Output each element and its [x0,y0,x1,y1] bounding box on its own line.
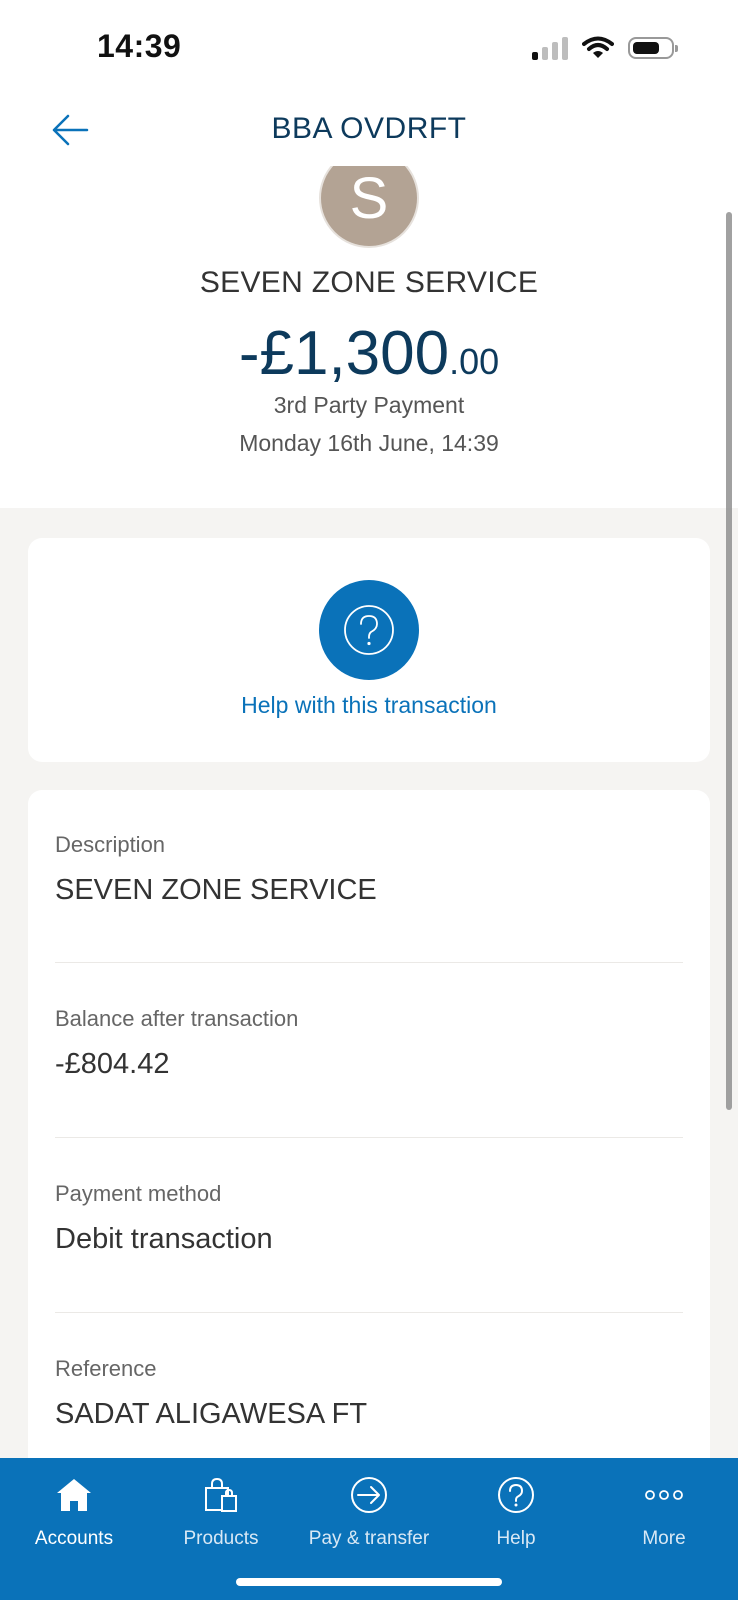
tab-label: Help [496,1528,536,1549]
transaction-type: 3rd Party Payment [273,392,465,418]
detail-reference: Reference SADAT ALIGAWESA FT [55,1356,683,1431]
tab-label: Products [183,1528,259,1549]
scrollbar[interactable] [726,212,732,1110]
help-with-transaction-link[interactable]: Help with this transaction [28,692,710,719]
home-icon [57,1479,91,1511]
tab-label: Accounts [34,1528,114,1549]
home-indicator[interactable] [236,1578,502,1586]
page-title: BBA OVDRFT [271,112,467,145]
battery-icon [628,37,678,59]
divider [55,962,683,963]
tab-accounts[interactable]: Accounts [0,1458,148,1558]
tab-pay-transfer[interactable]: Pay & transfer [295,1458,443,1558]
wifi-icon [582,36,614,58]
detail-label: Payment method [55,1181,222,1206]
payee-name: SEVEN ZONE SERVICE [199,266,539,299]
divider [55,1137,683,1138]
detail-payment-method: Payment method Debit transaction [55,1181,683,1256]
help-icon [498,1477,534,1513]
tab-products[interactable]: Products [147,1458,295,1558]
detail-value: -£804.42 [55,1048,170,1080]
tab-more[interactable]: More [590,1458,738,1558]
tab-label: Pay & transfer [308,1528,430,1549]
detail-value: Debit transaction [55,1223,273,1255]
cellular-signal-icon [532,36,568,60]
detail-label: Description [55,832,166,857]
tab-help[interactable]: Help [442,1458,590,1558]
detail-value: SADAT ALIGAWESA FT [55,1398,368,1430]
transaction-date: Monday 16th June, 14:39 [239,430,499,456]
amount-pence: .00 [449,341,500,382]
amount-pounds: -£1,300 [238,319,450,388]
bottom-tab-bar: Accounts Products Pay & transfer Help Mo… [0,1458,738,1600]
question-mark-icon [344,605,394,655]
status-time: 14:39 [97,28,182,64]
help-button[interactable] [319,580,419,680]
detail-label: Reference [55,1356,157,1381]
detail-balance-after: Balance after transaction -£804.42 [55,1006,683,1081]
more-dots-icon [645,1490,683,1500]
status-icons [532,36,678,60]
status-bar: 14:39 [0,0,738,100]
transaction-amount: -£1,300.00 [0,318,738,389]
shopping-bag-icon [205,1477,237,1512]
divider [55,1312,683,1313]
detail-description: Description SEVEN ZONE SERVICE [55,832,683,907]
help-card[interactable]: Help with this transaction [28,538,710,762]
transaction-details-card: Description SEVEN ZONE SERVICE Balance a… [28,790,710,1490]
screen-header: BBA OVDRFT [0,100,738,166]
detail-label: Balance after transaction [55,1006,299,1031]
transfer-arrow-icon [351,1477,387,1513]
detail-value: SEVEN ZONE SERVICE [55,874,377,906]
tab-label: More [642,1528,686,1549]
